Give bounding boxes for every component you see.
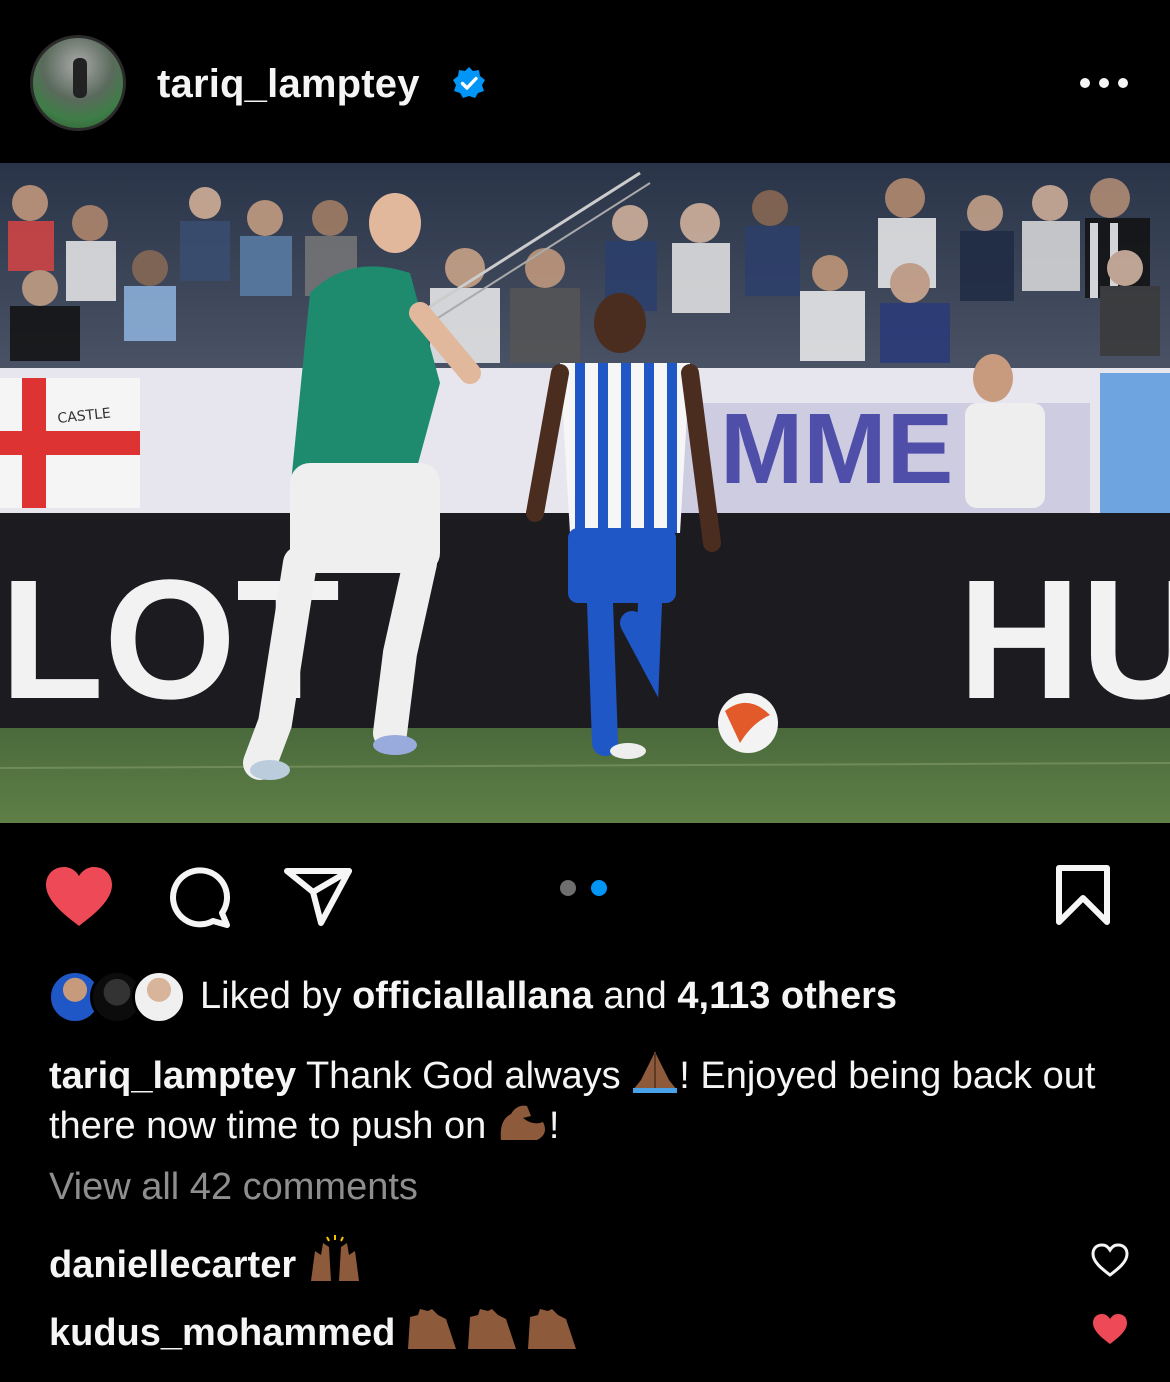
avatar-figure xyxy=(73,58,87,98)
raising-hands-emoji-icon xyxy=(310,1235,359,1281)
likes-prefix: Liked by xyxy=(200,975,353,1017)
comment-icon[interactable] xyxy=(165,866,233,928)
football-match-image: CASTLE MME LOT HU xyxy=(0,163,1170,823)
likes-user[interactable]: officiallallana xyxy=(352,975,593,1017)
carousel-indicator xyxy=(560,880,610,898)
profile-avatar[interactable] xyxy=(30,35,126,131)
likes-middle: and xyxy=(592,975,678,1017)
likes-count[interactable]: 4,113 others xyxy=(677,975,897,1017)
folded-hands-emoji-icon xyxy=(633,1052,678,1093)
post-caption: tariq_lamptey Thank God always ! Enjoyed… xyxy=(49,1050,1139,1150)
caption-text-1: Thank God always xyxy=(296,1055,632,1097)
open-hands-emoji-icon xyxy=(407,1309,576,1349)
caption-text-3: ! xyxy=(548,1105,560,1147)
flexed-biceps-emoji-icon xyxy=(500,1105,545,1140)
post-username[interactable]: tariq_lamptey xyxy=(157,62,420,107)
caption-username[interactable]: tariq_lamptey xyxy=(49,1055,296,1097)
comment-like-outline-icon[interactable] xyxy=(1090,1242,1130,1278)
comment-like-filled-icon[interactable] xyxy=(1090,1311,1130,1347)
bookmark-icon[interactable] xyxy=(1055,864,1111,926)
heart-filled-icon[interactable] xyxy=(42,865,116,929)
comment-row: daniellecarter xyxy=(49,1235,363,1287)
liker-avatar xyxy=(132,970,186,1024)
verified-badge-icon xyxy=(453,67,485,98)
liked-by-avatars[interactable] xyxy=(48,970,186,1024)
post-header: tariq_lamptey xyxy=(0,0,1170,160)
carousel-dot-2[interactable] xyxy=(591,880,607,896)
carousel-dot-1[interactable] xyxy=(560,880,576,896)
view-all-comments-link[interactable]: View all 42 comments xyxy=(49,1166,418,1209)
comment-row: kudus_mohammed xyxy=(49,1305,586,1355)
share-icon[interactable] xyxy=(283,866,353,928)
comment-username[interactable]: kudus_mohammed xyxy=(49,1312,395,1354)
more-options-icon[interactable] xyxy=(1076,66,1132,100)
svg-text:MME: MME xyxy=(720,393,953,505)
svg-text:HU: HU xyxy=(958,545,1170,735)
likes-summary[interactable]: Liked by officiallallana and 4,113 other… xyxy=(200,975,897,1018)
post-photo[interactable]: CASTLE MME LOT HU xyxy=(0,163,1170,823)
comment-username[interactable]: daniellecarter xyxy=(49,1244,296,1286)
